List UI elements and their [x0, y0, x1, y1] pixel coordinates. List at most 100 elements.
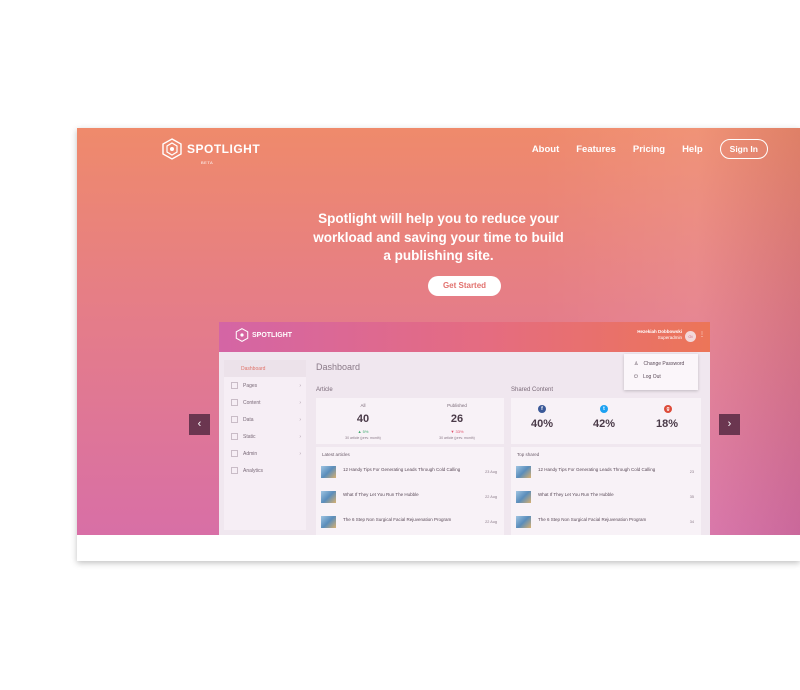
google-plus-icon: g — [664, 405, 672, 413]
change-password-label: Change Password — [643, 361, 685, 367]
sidebar-item-label: Dashboard — [241, 365, 266, 372]
brand-beta-tag: BETA — [201, 160, 214, 165]
static-icon — [231, 433, 238, 440]
twitter-share: 42% — [593, 418, 616, 430]
sidebar-item-static[interactable]: Static › — [224, 428, 306, 445]
sidebar-item-dashboard[interactable]: Dashboard — [224, 360, 306, 377]
list-item[interactable]: 12 Handy Tips For Generating Leads Throu… — [321, 464, 499, 484]
spotlight-logo-icon — [162, 138, 182, 160]
published-value: 26 — [450, 413, 464, 425]
article-title: 12 Handy Tips For Generating Leads Throu… — [343, 467, 461, 472]
log-out-label: Log Out — [642, 374, 661, 380]
sidebar-item-content[interactable]: Content › — [224, 394, 306, 411]
sidebar-item-label: Pages — [243, 382, 258, 389]
list-item[interactable]: 12 Handy Tips For Generating Leads Throu… — [516, 464, 696, 484]
carousel-next-button[interactable]: › — [719, 414, 740, 435]
article-thumbnail — [321, 466, 336, 478]
sidebar-item-label: Analytics — [243, 467, 264, 474]
data-icon — [231, 416, 238, 423]
list-item[interactable]: The 6 Step Non Surgical Facial Rejuvenat… — [321, 514, 499, 534]
published-label: Published — [447, 403, 467, 408]
change-password-item[interactable]: ♙ Change Password — [634, 361, 684, 367]
article-title: What If They Let You Run The Hubble — [538, 492, 614, 497]
article-date: 22 Aug — [485, 520, 497, 524]
nav-help[interactable]: Help — [682, 144, 703, 155]
page-icon — [231, 382, 238, 389]
article-title: 12 Handy Tips For Generating Leads Throu… — [538, 467, 656, 472]
facebook-share: 40% — [531, 418, 554, 430]
user-role: Superadmin — [657, 335, 682, 340]
dashboard-preview: SPOTLIGHT Hezekiah Dobbowski Superadmin … — [219, 322, 710, 535]
top-shared-panel: Top shared 12 Handy Tips For Generating … — [511, 447, 701, 535]
headline-line-3: a publishing site. — [383, 248, 494, 263]
headline-line-1: Spotlight will help you to reduce your — [318, 211, 559, 226]
sidebar-item-data[interactable]: Data › — [224, 411, 306, 428]
chevron-right-icon: › — [299, 399, 301, 406]
share-count: 34 — [689, 520, 694, 524]
article-title: The 6 Step Non Surgical Facial Rejuvenat… — [343, 517, 452, 522]
dashboard-logo: SPOTLIGHT — [235, 328, 292, 342]
log-out-item[interactable]: ⏻ Log Out — [634, 374, 661, 380]
list-item[interactable]: The 6 Step Non Surgical Facial Rejuvenat… — [516, 514, 696, 534]
article-stats-panel: All 40 ▲ 5% 30 article (prev. month) Pub… — [316, 398, 504, 444]
all-subtext: 30 article (prev. month) — [345, 436, 381, 440]
nav-about[interactable]: About — [532, 144, 559, 155]
sidebar-item-pages[interactable]: Pages › — [224, 377, 306, 394]
article-date: 23 Aug — [485, 470, 497, 474]
all-value: 40 — [356, 413, 370, 425]
latest-articles-label: Latest articles — [322, 452, 350, 457]
google-share: 18% — [656, 418, 679, 430]
sidebar-item-analytics[interactable]: Analytics — [224, 462, 306, 479]
user-dropdown-menu: ♙ Change Password ⏻ Log Out — [624, 354, 698, 390]
chevron-right-icon: › — [299, 433, 301, 440]
page-bottom-strip — [77, 535, 800, 561]
article-thumbnail — [321, 516, 336, 528]
sidebar-item-label: Content — [243, 399, 261, 406]
nav-features[interactable]: Features — [576, 144, 616, 155]
shared-stats-panel: f 40% t 42% g 18% — [511, 398, 701, 444]
headline-line-2: workload and saving your time to build — [313, 229, 564, 245]
share-count: 23 — [689, 470, 694, 474]
article-title: What If They Let You Run The Hubble — [343, 492, 419, 497]
list-item[interactable]: What If They Let You Run The Hubble 35 — [516, 489, 696, 509]
brand-name: SPOTLIGHT — [187, 142, 261, 156]
brand-logo[interactable]: SPOTLIGHT BETA — [161, 138, 261, 165]
list-item[interactable]: What If They Let You Run The Hubble 22 A… — [321, 489, 499, 509]
published-subtext: 30 article (prev. month) — [439, 436, 475, 440]
avatar[interactable]: Gt — [685, 331, 696, 342]
get-started-button[interactable]: Get Started — [428, 276, 501, 296]
published-change: ▼ 33% — [450, 429, 464, 434]
user-info: Hezekiah Dobbowski Superadmin — [637, 329, 682, 341]
dashboard-header: SPOTLIGHT Hezekiah Dobbowski Superadmin … — [219, 322, 710, 352]
sidebar-item-label: Admin — [243, 450, 258, 457]
all-label: All — [360, 403, 366, 408]
logout-icon: ⏻ — [634, 374, 638, 380]
article-thumbnail — [516, 516, 531, 528]
carousel-prev-button[interactable]: ‹ — [189, 414, 210, 435]
article-title: The 6 Step Non Surgical Facial Rejuvenat… — [538, 517, 647, 522]
article-date: 22 Aug — [485, 495, 497, 499]
analytics-icon — [231, 467, 238, 474]
kebab-icon[interactable]: ⋮ — [699, 331, 705, 338]
shared-section-label: Shared Content — [511, 387, 554, 393]
share-count: 35 — [689, 495, 694, 499]
latest-articles-panel: Latest articles 12 Handy Tips For Genera… — [316, 447, 504, 535]
dashboard-brand-name: SPOTLIGHT — [252, 331, 293, 339]
page-title: Dashboard — [316, 362, 361, 372]
top-shared-label: Top shared — [517, 452, 540, 457]
article-thumbnail — [321, 491, 336, 503]
dashboard-sidebar: Dashboard Pages › Content › Data › Static › … — [224, 360, 306, 530]
hero-section: SPOTLIGHT BETA About Features Pricing He… — [77, 128, 800, 535]
nav-pricing[interactable]: Pricing — [633, 144, 665, 155]
article-section-label: Article — [316, 387, 333, 393]
admin-icon — [231, 450, 238, 457]
chevron-right-icon: › — [299, 382, 301, 389]
chevron-right-icon: › — [299, 416, 301, 423]
sidebar-item-admin[interactable]: Admin › — [224, 445, 306, 462]
sign-in-button[interactable]: Sign In — [719, 139, 768, 159]
article-thumbnail — [516, 466, 531, 478]
top-nav: About Features Pricing Help Sign In — [532, 139, 768, 159]
content-icon — [231, 399, 238, 406]
twitter-icon: t — [600, 405, 608, 413]
chevron-right-icon: › — [299, 450, 301, 457]
